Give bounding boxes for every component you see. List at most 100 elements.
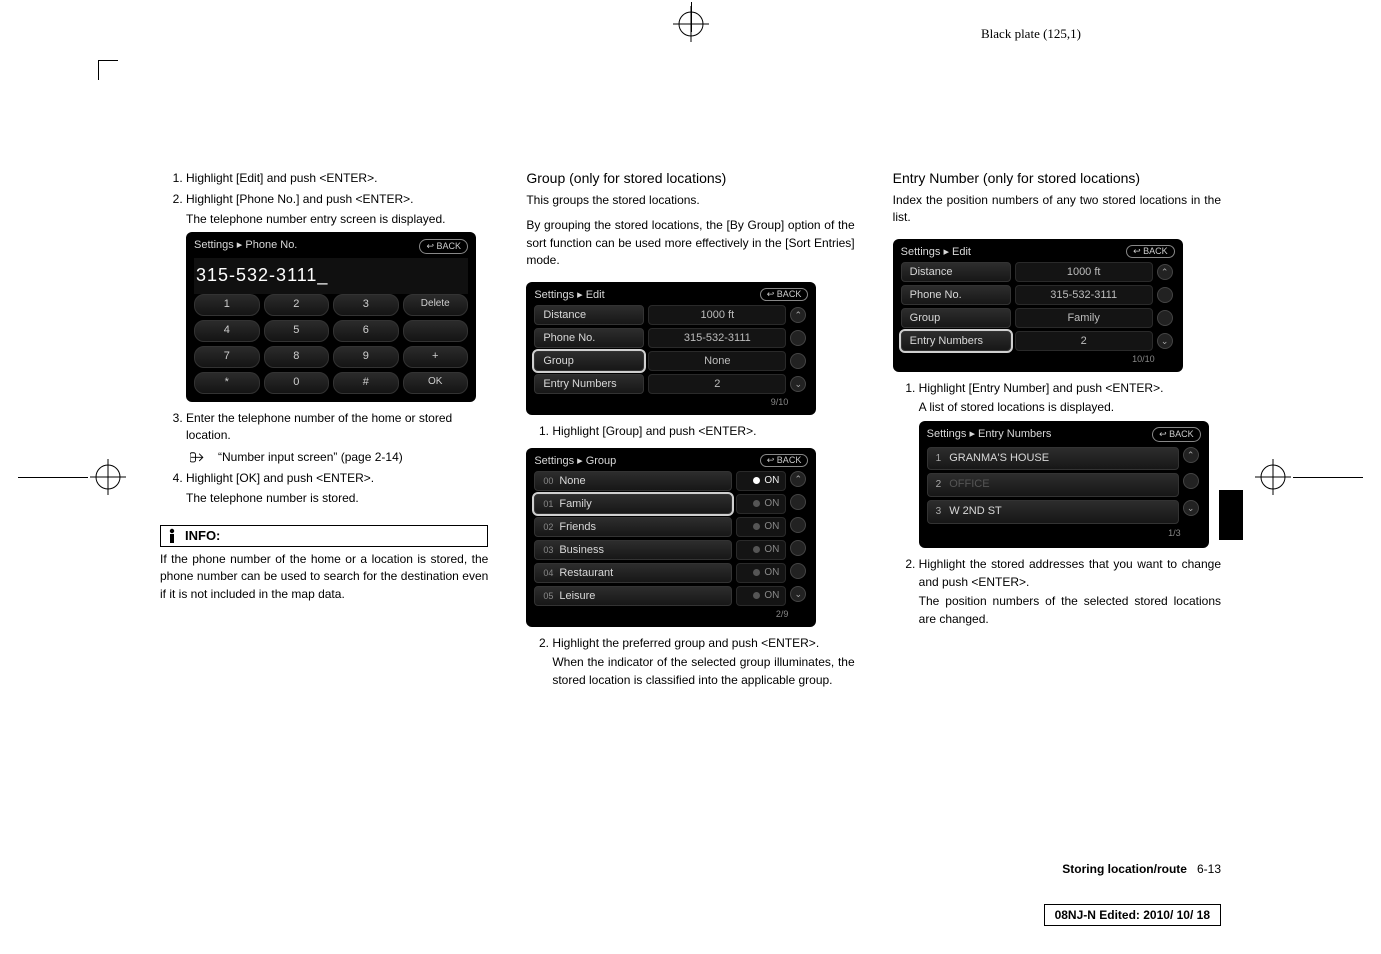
step-text: Highlight [Phone No.] and push <ENTER>. [186, 192, 413, 206]
list-row[interactable]: Distance1000 ft⌃ [901, 262, 1175, 282]
ui-group-screenshot: Settings ▸ Group ↩ BACK 00NoneON⌃01Famil… [526, 448, 816, 627]
section-tab [1219, 490, 1243, 540]
back-button[interactable]: ↩ BACK [1126, 245, 1175, 258]
key-hash[interactable]: # [333, 372, 399, 394]
page-footer: Storing location/route 6-13 [1062, 862, 1221, 876]
key-plus[interactable]: + [403, 346, 469, 368]
group-row[interactable]: 04RestaurantON [534, 563, 808, 583]
scroll-down-icon[interactable]: ⌄ [1183, 500, 1199, 516]
row-label: Group [901, 308, 1011, 328]
scroll-up-icon[interactable]: ⌃ [1183, 447, 1199, 463]
list-row[interactable]: Entry Numbers2⌄ [534, 374, 808, 394]
key-delete[interactable]: Delete [403, 294, 469, 316]
group-row[interactable]: 05LeisureON⌄ [534, 586, 808, 606]
group-label: 01Family [534, 494, 732, 514]
key-4[interactable]: 4 [194, 320, 260, 342]
crop-corner [98, 60, 118, 80]
key-8[interactable]: 8 [264, 346, 330, 368]
scroll-up-icon[interactable]: ⌃ [1157, 264, 1173, 280]
info-box: INFO: [160, 525, 488, 547]
crop-mark-top [621, 6, 761, 45]
footer-page: 6-13 [1197, 862, 1221, 876]
numpad: 1 2 3 Delete 4 5 6 7 8 9 + * 0 [194, 294, 468, 394]
ui-edit-screenshot: Settings ▸ Edit ↩ BACK Distance1000 ft⌃ P… [526, 282, 816, 415]
crop-mark-left [18, 459, 126, 495]
step-2: Highlight the stored addresses that you … [919, 556, 1221, 628]
scroll-track [790, 494, 806, 510]
info-text: If the phone number of the home or a loc… [160, 551, 488, 603]
entry-row[interactable]: 2OFFICE [927, 473, 1201, 497]
key-blank [403, 320, 469, 342]
step-1: Highlight [Entry Number] and push <ENTER… [919, 380, 1221, 549]
row-label: Phone No. [901, 285, 1011, 305]
key-0[interactable]: 0 [264, 372, 330, 394]
paragraph: By grouping the stored locations, the [B… [526, 217, 854, 269]
scroll-down-icon[interactable]: ⌄ [790, 586, 806, 602]
step-text: Highlight [Entry Number] and push <ENTER… [919, 380, 1221, 397]
row-value: 1000 ft [1015, 262, 1153, 282]
ui-breadcrumb: Settings ▸ Edit [901, 245, 971, 258]
paragraph: This groups the stored locations. [526, 192, 854, 209]
step-text: Highlight the stored addresses that you … [919, 556, 1221, 591]
group-label: 00None [534, 471, 732, 491]
entry-row[interactable]: 3W 2ND ST⌄ [927, 500, 1201, 524]
on-indicator: ON [736, 494, 786, 514]
group-label: 05Leisure [534, 586, 732, 606]
back-button[interactable]: ↩ BACK [760, 454, 809, 467]
row-label: Phone No. [534, 328, 644, 348]
list-row[interactable]: Distance1000 ft⌃ [534, 305, 808, 325]
step-text: Highlight [Edit] and push <ENTER>. [186, 171, 377, 185]
step-2: Highlight [Phone No.] and push <ENTER>. … [186, 191, 488, 402]
list-row[interactable]: Entry Numbers2⌄ [901, 331, 1175, 351]
list-row[interactable]: GroupFamily [901, 308, 1175, 328]
back-button[interactable]: ↩ BACK [1152, 427, 1201, 442]
scroll-up-icon[interactable]: ⌃ [790, 471, 806, 487]
scroll-up-icon[interactable]: ⌃ [790, 307, 806, 323]
row-value: 315-532-3111 [648, 328, 786, 348]
key-9[interactable]: 9 [333, 346, 399, 368]
row-value: 315-532-3111 [1015, 285, 1153, 305]
back-button[interactable]: ↩ BACK [419, 239, 468, 254]
edit-stamp: 08NJ-N Edited: 2010/ 10/ 18 [1044, 904, 1221, 926]
key-6[interactable]: 6 [333, 320, 399, 342]
reference-text: “Number input screen” (page 2-14) [218, 449, 403, 466]
row-value: 1000 ft [648, 305, 786, 325]
scroll-down-icon[interactable]: ⌄ [790, 376, 806, 392]
entry-label: 2OFFICE [927, 473, 1179, 497]
group-row[interactable]: 02FriendsON [534, 517, 808, 537]
entry-row[interactable]: 1GRANMA'S HOUSE⌃ [927, 447, 1201, 471]
scroll-down-icon[interactable]: ⌄ [1157, 333, 1173, 349]
pointer-icon [190, 450, 212, 464]
group-row[interactable]: 03BusinessON [534, 540, 808, 560]
key-5[interactable]: 5 [264, 320, 330, 342]
list-row[interactable]: Phone No.315-532-3111 [534, 328, 808, 348]
row-value: 2 [648, 374, 786, 394]
column-3: Entry Number (only for stored locations)… [893, 170, 1221, 884]
row-label: Distance [534, 305, 644, 325]
scroll-track [1157, 287, 1173, 303]
step-text: Highlight [OK] and push <ENTER>. [186, 471, 374, 485]
step-text: Enter the telephone number of the home o… [186, 411, 452, 442]
step-subtext: The telephone number entry screen is dis… [186, 211, 488, 228]
step-text: Highlight the preferred group and push <… [552, 635, 854, 652]
group-label: 02Friends [534, 517, 732, 537]
group-row[interactable]: 00NoneON⌃ [534, 471, 808, 491]
key-star[interactable]: * [194, 372, 260, 394]
list-row[interactable]: GroupNone [534, 351, 808, 371]
scroll-track [790, 330, 806, 346]
back-button[interactable]: ↩ BACK [760, 288, 809, 301]
ui-breadcrumb: Settings ▸ Edit [534, 288, 604, 301]
key-2[interactable]: 2 [264, 294, 330, 316]
step-2: Highlight the preferred group and push <… [552, 635, 854, 689]
key-ok[interactable]: OK [403, 372, 469, 394]
list-row[interactable]: Phone No.315-532-3111 [901, 285, 1175, 305]
key-1[interactable]: 1 [194, 294, 260, 316]
paragraph: Index the position numbers of any two st… [893, 192, 1221, 227]
group-row[interactable]: 01FamilyON [534, 494, 808, 514]
ui-breadcrumb: Settings ▸ Entry Numbers [927, 427, 1052, 443]
key-7[interactable]: 7 [194, 346, 260, 368]
scroll-track [790, 353, 806, 369]
entry-label: 1GRANMA'S HOUSE [927, 447, 1179, 471]
key-3[interactable]: 3 [333, 294, 399, 316]
step-subtext: When the indicator of the selected group… [552, 654, 854, 689]
